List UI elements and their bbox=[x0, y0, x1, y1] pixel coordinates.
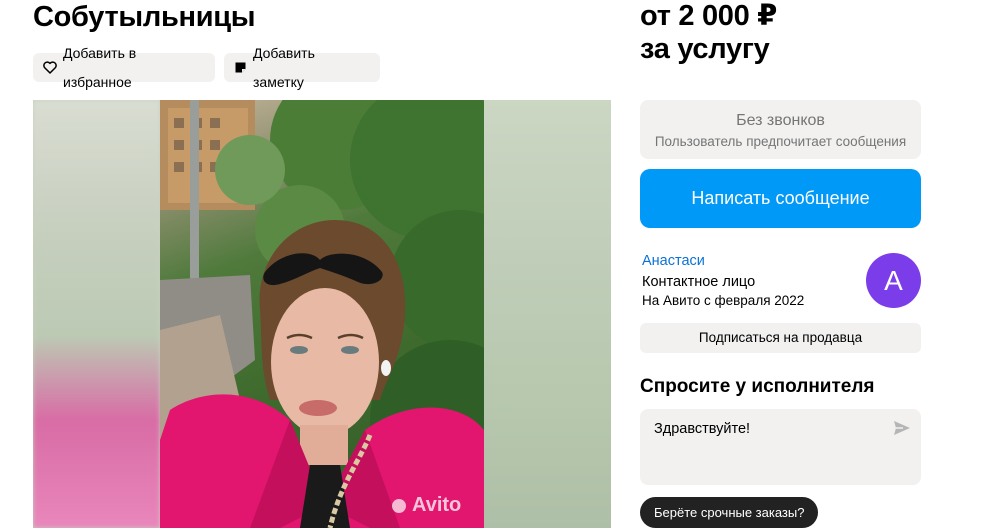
note-icon bbox=[234, 61, 247, 74]
price-amount: от 2 000 ₽ bbox=[640, 0, 778, 32]
seller-since: На Авито с февраля 2022 bbox=[642, 293, 805, 308]
message-input-value: Здравствуйте! bbox=[654, 421, 751, 437]
seller-name-link[interactable]: Анастаси bbox=[642, 253, 705, 269]
no-calls-subtitle: Пользователь предпочитает сообщения bbox=[654, 134, 907, 149]
listing-photo[interactable]: Avito bbox=[160, 100, 484, 528]
message-input[interactable]: Здравствуйте! bbox=[640, 409, 921, 485]
subscribe-seller-button[interactable]: Подписаться на продавца bbox=[640, 323, 921, 353]
gallery-blur-right bbox=[484, 100, 611, 528]
add-note-label: Добавить заметку bbox=[253, 44, 315, 90]
add-note-button[interactable]: Добавить заметку bbox=[224, 45, 380, 90]
write-message-button[interactable]: Написать сообщение bbox=[640, 169, 921, 228]
photo-gallery[interactable]: Avito bbox=[33, 100, 611, 528]
seller-role: Контактное лицо bbox=[642, 274, 756, 290]
price-unit: за услугу bbox=[640, 33, 770, 65]
add-to-favorites-button[interactable]: Добавить в избранное bbox=[33, 45, 215, 90]
heart-icon bbox=[43, 61, 57, 74]
no-calls-notice: Без звонков Пользователь предпочитает со… bbox=[640, 100, 921, 159]
listing-title: Собутыльницы bbox=[33, 1, 256, 33]
no-calls-title: Без звонков bbox=[736, 112, 825, 129]
avito-watermark-text: Avito bbox=[412, 494, 462, 516]
send-icon[interactable] bbox=[893, 419, 911, 437]
avito-watermark: Avito bbox=[392, 494, 461, 517]
add-to-favorites-label: Добавить в избранное bbox=[63, 44, 137, 90]
avatar[interactable]: А bbox=[866, 253, 921, 308]
quick-question-chip[interactable]: Берёте срочные заказы? bbox=[640, 497, 819, 528]
avito-watermark-dots-icon bbox=[392, 499, 406, 513]
price: от 2 000 ₽ за услугу bbox=[640, 0, 777, 66]
gallery-blur-left bbox=[33, 100, 160, 528]
ask-performer-title: Спросите у исполнителя bbox=[640, 376, 875, 397]
